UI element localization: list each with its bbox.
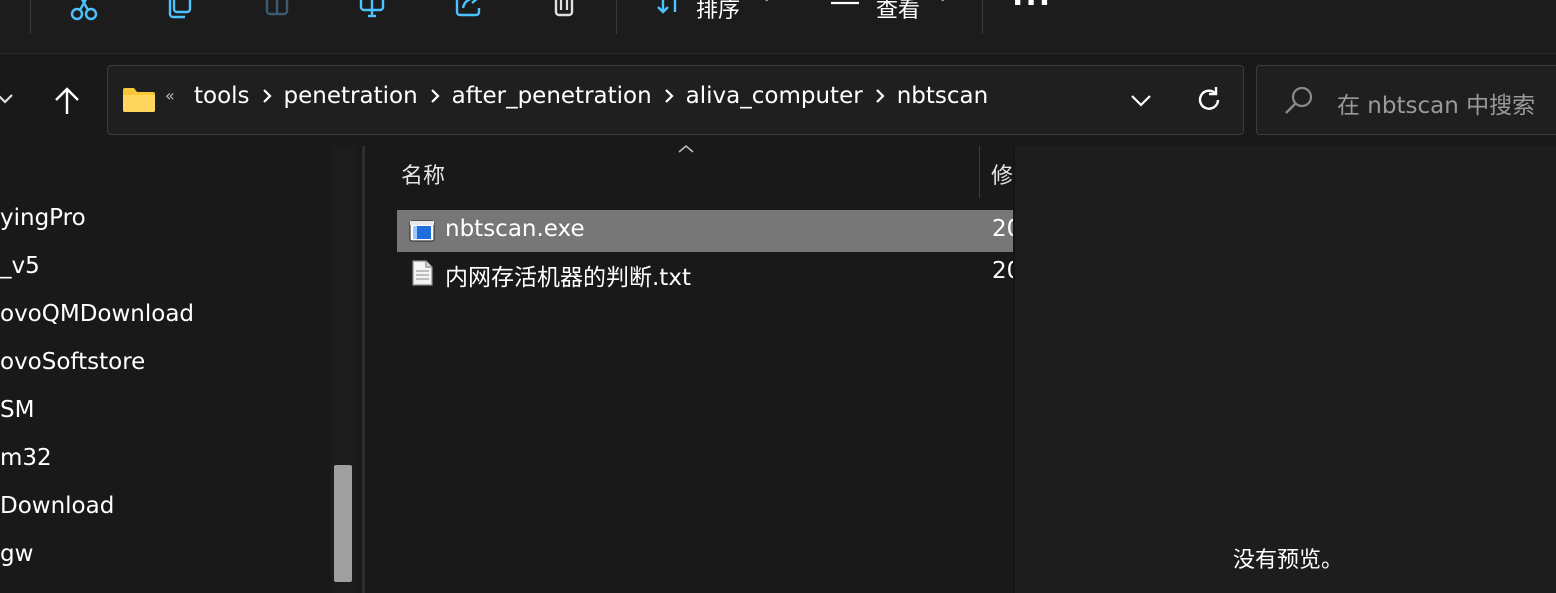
file-list: 名称 修 nbtscan.exe 20 内网存活机器的判断.txt 20 <box>365 144 1013 593</box>
sort-ascending-icon <box>678 144 694 153</box>
toolbar-divider <box>30 0 31 34</box>
nav-tree-item[interactable]: Download <box>0 493 114 519</box>
chevron-down-icon: ⌄ <box>936 0 949 5</box>
nav-tree-item[interactable]: _v5 <box>0 253 40 279</box>
share-button[interactable] <box>448 0 488 24</box>
column-resize-handle[interactable] <box>979 146 980 198</box>
sort-label[interactable]: 排序 <box>696 0 740 24</box>
rename-button[interactable] <box>352 0 392 24</box>
exe-file-icon <box>409 220 435 242</box>
toolbar-divider <box>982 0 983 34</box>
chevron-right-icon[interactable] <box>420 88 450 104</box>
sort-icon <box>657 0 677 14</box>
file-name: nbtscan.exe <box>445 216 585 242</box>
command-bar: 排序 ⌄ 查看 ⌄ ... <box>0 0 1556 54</box>
text-file-icon <box>412 260 433 286</box>
trash-icon <box>554 0 574 17</box>
view-list-icon <box>831 1 859 5</box>
refresh-icon <box>1198 87 1220 110</box>
nav-tree-item[interactable]: ovoQMDownload <box>0 301 194 327</box>
sort-button[interactable] <box>650 0 690 24</box>
breadcrumb-overflow[interactable]: « <box>165 86 175 105</box>
navigation-pane: yingPro _v5 ovoQMDownload ovoSoftstore S… <box>0 146 362 593</box>
breadcrumb-item[interactable]: nbtscan <box>895 83 991 109</box>
file-name: 内网存活机器的判断.txt <box>445 265 691 291</box>
column-header-modified[interactable]: 修 <box>991 158 1013 190</box>
arrow-up-icon <box>55 87 79 114</box>
nav-tree-item[interactable]: gw <box>0 541 33 567</box>
file-date: 20 <box>992 216 1013 242</box>
delete-button[interactable] <box>544 0 584 24</box>
up-button[interactable] <box>50 84 84 118</box>
breadcrumb-item[interactable]: after_penetration <box>450 83 654 109</box>
view-label[interactable]: 查看 <box>876 0 920 24</box>
nav-tree-item[interactable]: ovoSoftstore <box>0 349 145 375</box>
breadcrumb-item[interactable]: aliva_computer <box>684 83 865 109</box>
view-button[interactable] <box>824 0 864 24</box>
address-bar[interactable]: « tools penetration after_penetration al… <box>107 65 1244 135</box>
search-input[interactable]: 在 nbtscan 中搜索 <box>1256 65 1556 135</box>
preview-pane: 没有预览。 <box>1013 146 1556 593</box>
nav-tree-item[interactable]: SM <box>0 397 34 423</box>
refresh-button[interactable] <box>1192 83 1226 117</box>
column-header-name[interactable]: 名称 <box>401 158 445 190</box>
more-options-button[interactable]: ... <box>1012 0 1052 13</box>
file-row[interactable]: 内网存活机器的判断.txt 20 <box>397 252 1013 294</box>
paste-button[interactable] <box>256 0 296 24</box>
scissors-icon <box>70 0 98 21</box>
chevron-right-icon[interactable] <box>252 88 282 104</box>
recent-locations-button[interactable] <box>0 86 18 114</box>
toolbar-divider <box>616 0 617 34</box>
nav-scrollbar-thumb[interactable] <box>334 465 352 582</box>
nav-tree-item[interactable]: m32 <box>0 445 52 471</box>
search-icon <box>1285 86 1313 114</box>
cut-button[interactable] <box>64 0 104 24</box>
breadcrumb-item[interactable]: tools <box>192 83 252 109</box>
copy-icon <box>168 0 192 19</box>
chevron-down-icon <box>0 94 13 104</box>
file-row[interactable]: nbtscan.exe 20 <box>397 210 1013 252</box>
chevron-down-icon <box>1131 95 1151 107</box>
breadcrumb: tools penetration after_penetration aliv… <box>192 83 990 109</box>
file-date: 20 <box>992 258 1013 284</box>
search-placeholder: 在 nbtscan 中搜索 <box>1337 93 1536 119</box>
paste-icon <box>265 0 289 16</box>
chevron-down-icon: ⌄ <box>760 0 773 5</box>
chevron-right-icon[interactable] <box>865 88 895 104</box>
address-history-dropdown[interactable] <box>1126 86 1156 116</box>
rename-icon <box>359 0 385 18</box>
folder-icon <box>123 88 155 112</box>
no-preview-message: 没有预览。 <box>1233 548 1344 573</box>
chevron-right-icon[interactable] <box>654 88 684 104</box>
nav-tree-item[interactable]: yingPro <box>0 205 86 231</box>
breadcrumb-item[interactable]: penetration <box>282 83 420 109</box>
copy-button[interactable] <box>160 0 200 24</box>
share-icon <box>455 0 481 17</box>
